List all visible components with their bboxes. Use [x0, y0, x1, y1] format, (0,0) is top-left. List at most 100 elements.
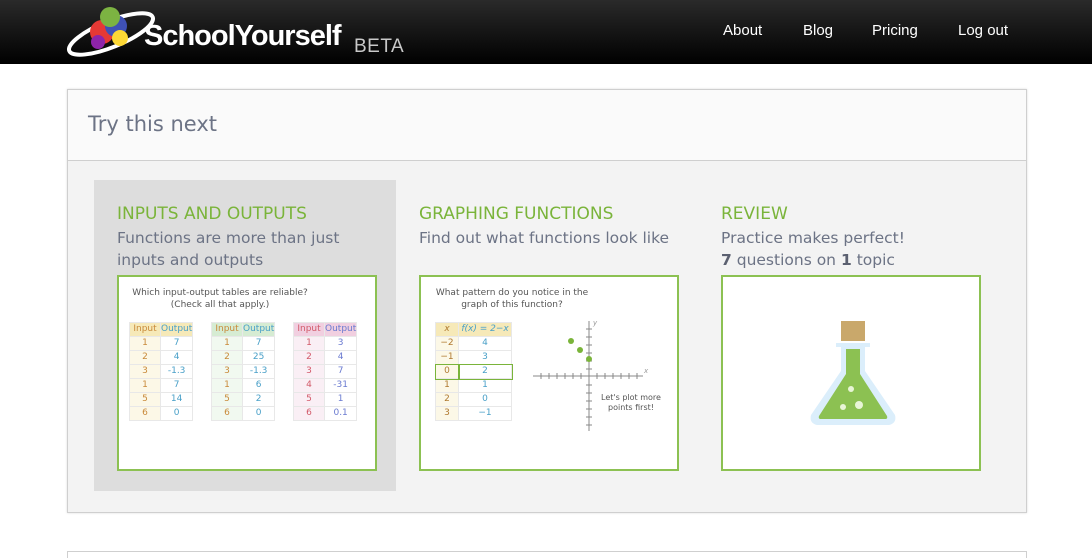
- table-cell: 0: [241, 406, 276, 421]
- coordinate-graph: x y: [533, 319, 649, 431]
- table-cell: 2: [211, 350, 243, 365]
- card-desc-line: Find out what functions look like: [419, 229, 670, 247]
- lesson-thumbnail[interactable]: What pattern do you notice in the graph …: [419, 275, 679, 471]
- input-output-table: Input Output 1 3 2 4 3 7 4 -31 5 1 6 0.1: [293, 322, 358, 421]
- card-description: Find out what functions look like: [419, 227, 689, 249]
- table-header-cell: Output: [241, 322, 276, 337]
- table-cell: 3: [211, 364, 243, 379]
- table-row: 4 -31: [293, 378, 358, 393]
- table-cell: 7: [159, 336, 194, 351]
- table-row: 02: [434, 363, 513, 380]
- lesson-thumbnail[interactable]: Which input-output tables are reliable? …: [117, 275, 377, 471]
- table-row: 24: [293, 350, 358, 365]
- table-cell: 2: [129, 350, 161, 365]
- table-cell: 1: [458, 378, 512, 393]
- table-cell: 6: [293, 406, 325, 421]
- nav-pricing-link[interactable]: Pricing: [872, 22, 918, 39]
- card-title: REVIEW: [721, 204, 788, 224]
- table-cell: −1: [458, 406, 512, 421]
- table-cell: −1: [435, 350, 459, 365]
- table-cell: 5: [293, 392, 325, 407]
- nav-logout-link[interactable]: Log out: [958, 22, 1008, 39]
- table-cell: −2: [435, 336, 459, 351]
- function-values-table: x f(x) = 2−x −2 4 −1 3 0 2 1 1 2 0 3 −1: [434, 322, 513, 421]
- table-row: 17: [211, 336, 276, 351]
- table-cell: 5: [129, 392, 161, 407]
- table-cell: 1: [211, 378, 243, 393]
- table-header-cell: Input: [211, 322, 243, 337]
- table-cell: 1: [293, 336, 325, 351]
- table-cell: 3: [293, 364, 325, 379]
- table-row: −2 4: [435, 336, 512, 351]
- table-cell: -31: [323, 378, 358, 393]
- table-cell: -1.3: [159, 364, 194, 379]
- table-row: 24: [129, 350, 194, 365]
- card-inputs-and-outputs[interactable]: INPUTS AND OUTPUTS Functions are more th…: [94, 180, 396, 491]
- table-cell: 2: [293, 350, 325, 365]
- table-cell: 2: [435, 392, 459, 407]
- table-row: 51: [293, 392, 358, 407]
- card-description: Practice makes perfect! 7 questions on 1…: [721, 227, 991, 271]
- top-navigation-bar: SchoolYourself BETA About Blog Pricing L…: [0, 0, 1092, 64]
- review-count-line: 7 questions on 1 topic: [721, 249, 991, 271]
- plot-point: [586, 356, 592, 362]
- y-axis-label: y: [592, 319, 598, 327]
- table-row: 13: [293, 336, 358, 351]
- table-cell: 4: [293, 378, 325, 393]
- table-cell: 25: [241, 350, 276, 365]
- card-desc-line: Practice makes perfect!: [721, 229, 905, 247]
- table-cell: 7: [241, 336, 276, 351]
- lesson-thumbnail[interactable]: [721, 275, 981, 471]
- table-cell: 6: [129, 406, 161, 421]
- card-title: INPUTS AND OUTPUTS: [117, 204, 307, 224]
- table-cell: 6: [241, 378, 276, 393]
- flask-icon: [810, 321, 896, 425]
- input-output-table: Input Output 1 7 2 4 3 -1.3 1 7 5 14 6 0: [129, 322, 194, 421]
- table-cell: 1: [129, 336, 161, 351]
- table-row: 3 -1.3: [211, 364, 276, 379]
- table-cell: 5: [211, 392, 243, 407]
- table-row: 52: [211, 392, 276, 407]
- table-header-cell: Input: [293, 322, 325, 337]
- table-cell: 1: [435, 378, 459, 393]
- hint-line: Let's plot more: [601, 393, 661, 402]
- question-line: What pattern do you notice in the: [435, 288, 589, 298]
- table-row: 5 14: [129, 392, 194, 407]
- table-cell: 3: [435, 406, 459, 421]
- table-cell: 3: [323, 336, 358, 351]
- topics-text: topic: [856, 251, 895, 269]
- question-line: graph of this function?: [461, 300, 563, 310]
- table-cell: 0: [458, 392, 512, 407]
- table-cell: 3: [458, 350, 512, 365]
- hint-line: points first!: [608, 403, 654, 412]
- table-row: 60: [211, 406, 276, 421]
- table-row: 17: [129, 378, 194, 393]
- nav-blog-link[interactable]: Blog: [803, 22, 833, 39]
- card-graphing-functions[interactable]: GRAPHING FUNCTIONS Find out what functio…: [396, 180, 698, 491]
- table-header-cell: Output: [323, 322, 358, 337]
- table-cell: 4: [159, 350, 194, 365]
- table-header-cell: x: [435, 322, 459, 337]
- table-cell: 3: [129, 364, 161, 379]
- table-row: 11: [435, 378, 512, 393]
- table-cell: 1: [323, 392, 358, 407]
- topic-count: 1: [840, 251, 852, 269]
- card-title: GRAPHING FUNCTIONS: [419, 204, 614, 224]
- questions-text: questions on: [736, 251, 837, 269]
- question-count: 7: [721, 251, 732, 269]
- table-cell: 4: [323, 350, 358, 365]
- table-header-cell: Input: [129, 322, 161, 337]
- question-line: (Check all that apply.): [170, 300, 270, 310]
- card-review[interactable]: REVIEW Practice makes perfect! 7 questio…: [698, 180, 1000, 491]
- nav-about-link[interactable]: About: [723, 22, 762, 39]
- table-cell: 2: [241, 392, 276, 407]
- plot-point: [568, 338, 574, 344]
- table-row: −1 3: [435, 350, 512, 365]
- table-row: 16: [211, 378, 276, 393]
- card-desc-line: inputs and outputs: [117, 251, 264, 269]
- try-this-next-panel: Try this next INPUTS AND OUTPUTS Functio…: [67, 89, 1027, 513]
- question-line: Which input-output tables are reliable?: [132, 288, 308, 298]
- card-desc-line: Functions are more than just: [117, 229, 340, 247]
- table-cell: 7: [159, 378, 194, 393]
- table-cell: 1: [211, 336, 243, 351]
